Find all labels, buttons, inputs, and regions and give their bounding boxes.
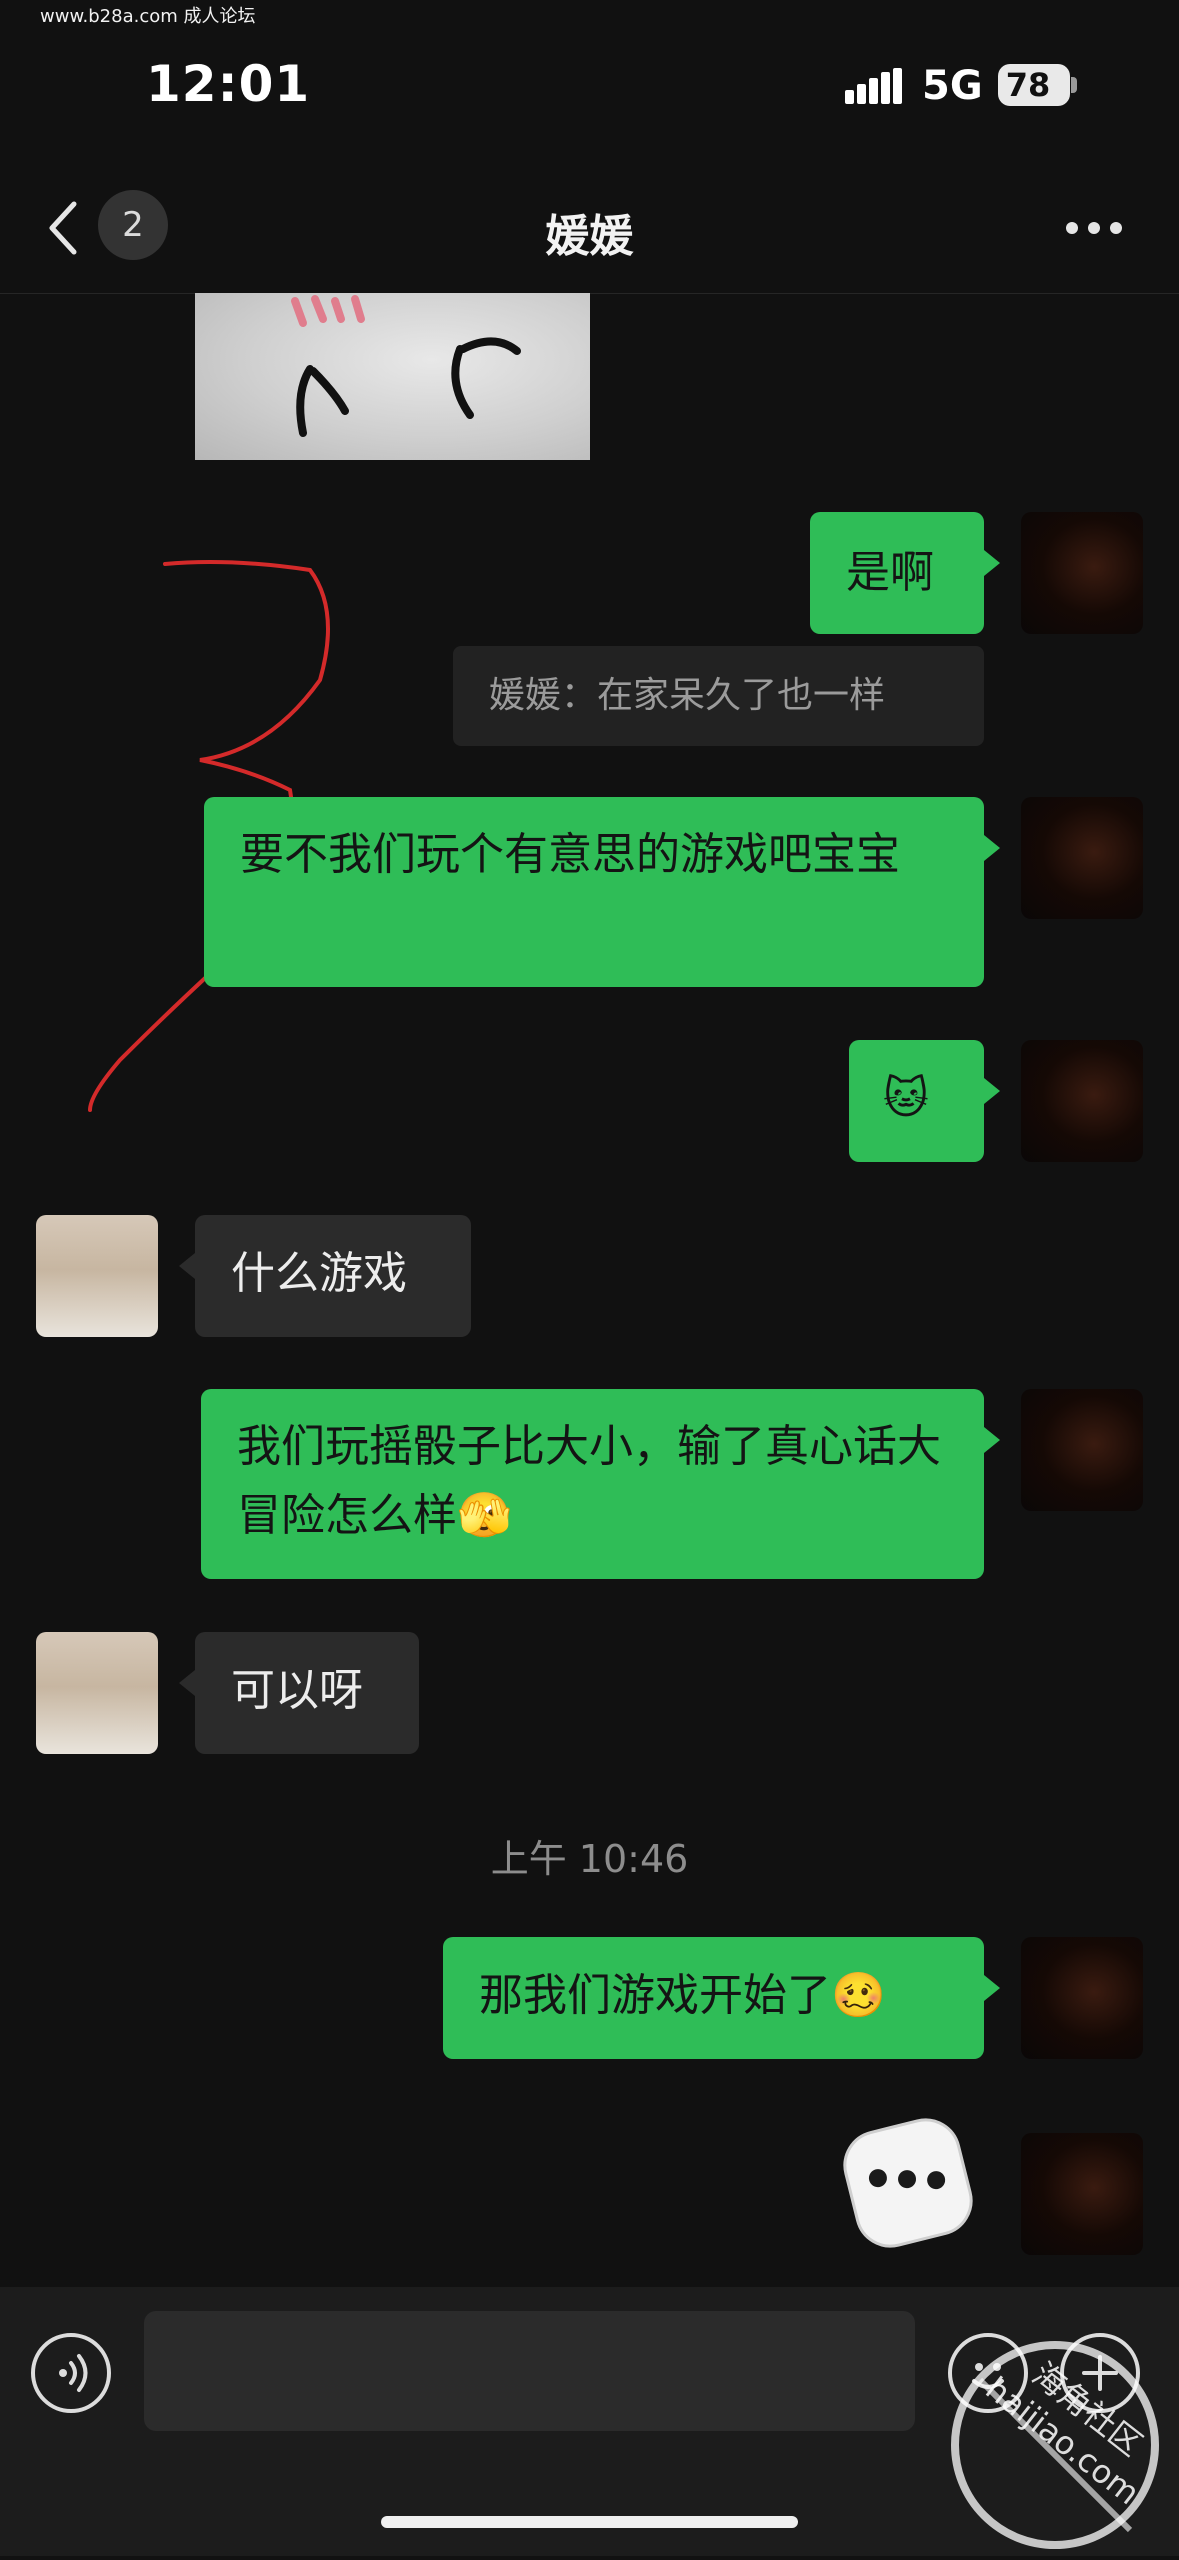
battery-tip <box>1071 77 1077 93</box>
my-message-bubble[interactable]: 是啊 <box>810 512 1000 634</box>
quoted-message[interactable]: 媛媛：在家呆久了也一样 <box>453 646 984 746</box>
battery-icon: 78 <box>998 64 1070 106</box>
message-text: 可以呀 <box>231 1665 363 1716</box>
my-avatar[interactable] <box>1021 797 1143 919</box>
home-indicator <box>381 2516 798 2528</box>
voice-icon[interactable] <box>31 2333 111 2413</box>
contact-avatar[interactable] <box>36 1215 158 1337</box>
message-text: 要不我们玩个有意思的游戏吧宝宝 <box>240 829 900 880</box>
signal-icon <box>845 68 902 104</box>
message-text: 什么游戏 <box>231 1248 407 1299</box>
message-text: 我们玩摇骰子比大小，输了真心话大冒险怎么样🫣 <box>237 1421 941 1541</box>
site-watermark: www.b28a.com 成人论坛 <box>40 6 256 27</box>
my-message-bubble[interactable]: 那我们游戏开始了🥴 <box>443 1937 1000 2059</box>
my-message-bubble[interactable]: 要不我们玩个有意思的游戏吧宝宝 <box>204 797 1000 987</box>
status-time: 12:01 <box>146 55 311 113</box>
my-avatar[interactable] <box>1021 1389 1143 1511</box>
my-message-bubble[interactable]: 🐱 <box>849 1040 1000 1162</box>
contact-message-bubble[interactable]: 什么游戏 <box>179 1215 471 1337</box>
my-avatar[interactable] <box>1021 1040 1143 1162</box>
message-input[interactable] <box>144 2311 915 2431</box>
chat-title: 媛媛 <box>545 211 634 262</box>
my-message-bubble[interactable]: 我们玩摇骰子比大小，输了真心话大冒险怎么样🫣 <box>201 1389 1000 1579</box>
ellipsis-icon[interactable] <box>1066 222 1122 234</box>
emoji-sticker: 🐱 <box>883 1073 929 1124</box>
chat-timestamp: 上午 10:46 <box>490 1837 689 1881</box>
message-text: 那我们游戏开始了🥴 <box>479 1970 886 2021</box>
contact-avatar[interactable] <box>36 1632 158 1754</box>
dice-icon[interactable] <box>838 2113 978 2253</box>
contact-message-bubble[interactable]: 可以呀 <box>179 1632 419 1754</box>
sticker-image <box>291 295 521 437</box>
message-text: 是啊 <box>846 547 934 598</box>
my-avatar[interactable] <box>1021 1937 1143 2059</box>
my-avatar[interactable] <box>1021 2133 1143 2255</box>
network-type: 5G <box>922 63 983 109</box>
my-avatar[interactable] <box>1021 512 1143 634</box>
image-message[interactable] <box>195 293 590 460</box>
battery-level: 78 <box>1005 66 1051 104</box>
